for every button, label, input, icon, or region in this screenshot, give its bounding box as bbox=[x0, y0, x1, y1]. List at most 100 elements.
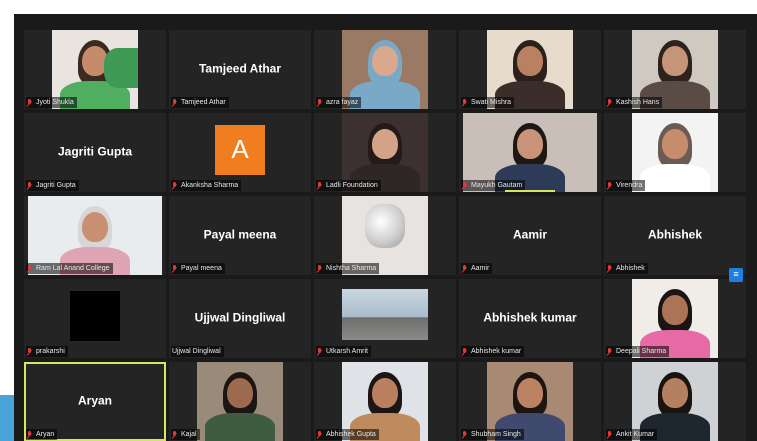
participant-tile[interactable]: Kashish Hans bbox=[604, 30, 746, 109]
muted-mic-icon bbox=[607, 181, 613, 190]
participant-video bbox=[342, 289, 428, 340]
muted-mic-icon bbox=[317, 430, 323, 439]
participant-name-label: Ujjwal Dingliwal bbox=[171, 346, 224, 357]
participant-face bbox=[517, 46, 543, 76]
muted-mic-icon bbox=[462, 264, 468, 273]
background-sign bbox=[104, 48, 138, 88]
participant-tile[interactable]: Swati Mishra bbox=[459, 30, 601, 109]
participant-tile[interactable]: azra fayaz bbox=[314, 30, 456, 109]
participant-body bbox=[640, 164, 710, 192]
participant-tile[interactable]: Kajal bbox=[169, 362, 311, 441]
participant-display-name: Abhishek kumar bbox=[483, 310, 577, 325]
participant-display-name: Abhishek bbox=[647, 227, 702, 242]
participant-name-label: prakarshi bbox=[26, 346, 68, 357]
participant-tile[interactable]: Virendra bbox=[604, 113, 746, 192]
participant-name-label: Ram Lal Anand College bbox=[26, 263, 113, 274]
muted-mic-icon bbox=[172, 430, 178, 439]
participant-name-text: Tamjeed Athar bbox=[181, 99, 226, 106]
participant-name-text: Abhishek Gupta bbox=[326, 431, 376, 438]
participant-name-text: Aryan bbox=[36, 431, 55, 438]
participant-tile[interactable]: Jyoti Shukla bbox=[24, 30, 166, 109]
participant-tile[interactable]: Mayukh Gautam bbox=[459, 113, 601, 192]
participant-name-text: Nishtha Sharma bbox=[326, 265, 377, 272]
participant-name-text: Ujjwal Dingliwal bbox=[172, 348, 221, 355]
participant-face bbox=[372, 129, 398, 159]
participant-name-text: Deepali Sharma bbox=[616, 348, 667, 355]
participant-name-text: Kajal bbox=[181, 431, 197, 438]
crystal-image bbox=[365, 204, 405, 248]
participant-name-label: Kashish Hans bbox=[606, 97, 663, 108]
muted-mic-icon bbox=[27, 347, 33, 356]
participant-name-text: Ladli Foundation bbox=[326, 182, 378, 189]
muted-mic-icon bbox=[462, 98, 468, 107]
muted-mic-icon bbox=[27, 98, 33, 107]
participant-name-label: Swati Mishra bbox=[461, 97, 515, 108]
participant-name-text: Abhishek bbox=[616, 265, 645, 272]
muted-mic-icon bbox=[172, 181, 178, 190]
more-options-icon[interactable]: ≡ bbox=[729, 268, 743, 282]
muted-mic-icon bbox=[317, 264, 323, 273]
muted-mic-icon bbox=[27, 181, 33, 190]
participant-name-label: Shubham Singh bbox=[461, 429, 524, 440]
participant-tile[interactable]: Utkarsh Amrit bbox=[314, 279, 456, 358]
participant-tile[interactable]: Aryan Aryan bbox=[24, 362, 166, 441]
participant-tile[interactable]: Deepali Sharma bbox=[604, 279, 746, 358]
participant-name-label: Nishtha Sharma bbox=[316, 263, 380, 274]
participant-tile[interactable]: Ankit Kumar bbox=[604, 362, 746, 441]
participant-name-label: Tamjeed Athar bbox=[171, 97, 229, 108]
participant-face bbox=[227, 378, 253, 408]
muted-mic-icon bbox=[462, 181, 468, 190]
participant-name-label: Virendra bbox=[606, 180, 646, 191]
participant-name-text: Payal meena bbox=[181, 265, 222, 272]
participant-display-name: Aryan bbox=[77, 393, 112, 408]
participant-name-label: Ladli Foundation bbox=[316, 180, 381, 191]
participant-name-text: Abhishek kumar bbox=[471, 348, 522, 355]
participant-name-text: Ram Lal Anand College bbox=[36, 265, 110, 272]
participant-display-name: Jagriti Gupta bbox=[57, 144, 132, 159]
participant-name-label: Deepali Sharma bbox=[606, 346, 670, 357]
participant-name-label: Payal meena bbox=[171, 263, 225, 274]
participant-name-label: Jyoti Shukla bbox=[26, 97, 77, 108]
muted-mic-icon bbox=[317, 347, 323, 356]
participant-face bbox=[662, 295, 688, 325]
participant-tile[interactable]: Aamir Aamir bbox=[459, 196, 601, 275]
participant-name-label: Ankit Kumar bbox=[606, 429, 658, 440]
participant-tile[interactable]: Tamjeed Athar Tamjeed Athar bbox=[169, 30, 311, 109]
muted-mic-icon bbox=[27, 430, 33, 439]
participant-face bbox=[82, 212, 108, 242]
gallery-view: Jyoti Shukla Tamjeed Athar Tamjeed Athar az… bbox=[14, 14, 757, 441]
participant-name-label: Akanksha Sharma bbox=[171, 180, 242, 191]
participant-tile[interactable]: Abhishek Gupta bbox=[314, 362, 456, 441]
muted-mic-icon bbox=[462, 347, 468, 356]
participant-tile[interactable]: Ladli Foundation bbox=[314, 113, 456, 192]
participant-tile[interactable]: prakarshi bbox=[24, 279, 166, 358]
participant-name-label: Jagriti Gupta bbox=[26, 180, 79, 191]
participant-name-text: azra fayaz bbox=[326, 99, 359, 106]
video-off-placeholder bbox=[70, 290, 120, 341]
participant-name-text: Ankit Kumar bbox=[616, 431, 655, 438]
participant-tile[interactable]: Payal meena Payal meena bbox=[169, 196, 311, 275]
participant-tile[interactable]: A Akanksha Sharma bbox=[169, 113, 311, 192]
participant-display-name: Aamir bbox=[512, 227, 547, 242]
muted-mic-icon bbox=[317, 98, 323, 107]
participant-tile[interactable]: Jagriti Gupta Jagriti Gupta bbox=[24, 113, 166, 192]
participant-tile[interactable]: Nishtha Sharma bbox=[314, 196, 456, 275]
participant-name-text: prakarshi bbox=[36, 348, 65, 355]
muted-mic-icon bbox=[462, 430, 468, 439]
participant-tile[interactable]: Ram Lal Anand College bbox=[24, 196, 166, 275]
participant-name-label: Utkarsh Amrit bbox=[316, 346, 372, 357]
participant-avatar: A bbox=[215, 124, 265, 175]
participant-name-text: Akanksha Sharma bbox=[181, 182, 239, 189]
muted-mic-icon bbox=[172, 98, 178, 107]
participant-tile[interactable]: Ujjwal Dingliwal Ujjwal Dingliwal bbox=[169, 279, 311, 358]
participant-name-label: Aryan bbox=[26, 429, 58, 440]
participant-name-label: Abhishek kumar bbox=[461, 346, 525, 357]
participant-face bbox=[662, 129, 688, 159]
participant-tile[interactable]: Abhishek Abhishek bbox=[604, 196, 746, 275]
participant-name-label: azra fayaz bbox=[316, 97, 362, 108]
participant-tile[interactable]: Abhishek kumar Abhishek kumar bbox=[459, 279, 601, 358]
participant-display-name: Tamjeed Athar bbox=[198, 61, 282, 76]
participant-name-label: Aamir bbox=[461, 263, 493, 274]
participant-face bbox=[372, 378, 398, 408]
participant-tile[interactable]: Shubham Singh bbox=[459, 362, 601, 441]
